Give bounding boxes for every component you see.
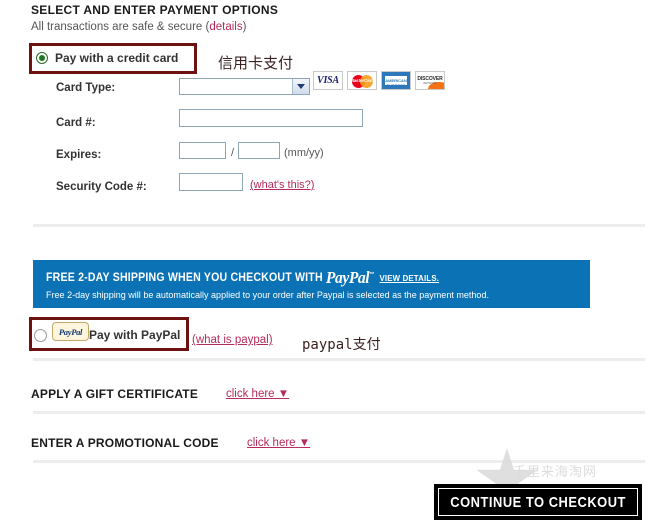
security-notice-suffix: ) — [242, 21, 247, 33]
continue-to-checkout-button[interactable]: CONTINUE TO CHECKOUT — [434, 484, 642, 520]
watermark-text: 千里来海淘网 — [513, 465, 598, 480]
label-pay-with-paypal: Pay with PayPal — [89, 328, 181, 342]
gift-certificate-title: APPLY A GIFT CERTIFICATE — [31, 387, 199, 401]
continue-to-checkout-inner: CONTINUE TO CHECKOUT — [438, 488, 638, 516]
what-is-paypal-link[interactable]: (what is paypal) — [192, 334, 273, 346]
visa-card-logo: VISA — [313, 71, 343, 90]
divider-payment-section — [33, 224, 645, 227]
discover-card-logo: DISCOVER NETWORK — [415, 71, 445, 90]
radio-pay-with-credit-card[interactable] — [36, 52, 48, 64]
discover-card-logo-sublabel: NETWORK — [423, 82, 437, 85]
details-link[interactable]: details — [209, 21, 242, 33]
paypal-banner-headline-prefix: FREE 2-DAY SHIPPING WHEN YOU CHECKOUT WI… — [46, 272, 326, 284]
paypal-banner-headline: FREE 2-DAY SHIPPING WHEN YOU CHECKOUT WI… — [46, 268, 439, 288]
paypal-wordmark: PayPal — [325, 268, 370, 287]
mastercard-card-logo-label: MasterCard — [350, 78, 374, 83]
gift-certificate-link-label: click here — [226, 388, 275, 400]
annotation-credit-card-chinese: 信用卡支付 — [218, 54, 294, 72]
expires-year-input[interactable] — [238, 142, 280, 159]
card-type-label: Card Type: — [56, 82, 116, 94]
whats-this-link[interactable]: (what's this?) — [250, 179, 314, 191]
security-code-input[interactable] — [179, 173, 243, 191]
card-number-label: Card #: — [56, 117, 96, 129]
security-notice-text: All transactions are safe & secure ( — [31, 21, 210, 33]
card-type-select[interactable] — [179, 78, 310, 95]
payment-options-page: SELECT AND ENTER PAYMENT OPTIONS All tra… — [0, 0, 648, 526]
chevron-down-icon: ▼ — [298, 437, 311, 449]
paypal-promo-banner: FREE 2-DAY SHIPPING WHEN YOU CHECKOUT WI… — [33, 260, 590, 308]
security-code-label: Security Code #: — [56, 181, 147, 193]
paypal-badge-label: PayPal — [58, 327, 83, 337]
divider-promotional-code — [33, 460, 645, 463]
expires-format-hint: (mm/yy) — [284, 147, 324, 159]
promotional-code-link-label: click here — [247, 437, 296, 449]
gift-certificate-click-here[interactable]: click here ▼ — [226, 388, 289, 400]
promotional-code-title: ENTER A PROMOTIONAL CODE — [31, 436, 219, 450]
chevron-down-icon[interactable] — [292, 79, 309, 94]
card-number-input[interactable] — [179, 109, 363, 127]
expires-separator: / — [231, 147, 235, 159]
chevron-down-icon: ▼ — [277, 388, 290, 400]
divider-paypal-section — [33, 358, 645, 361]
expires-label: Expires: — [56, 149, 102, 161]
radio-pay-with-paypal[interactable] — [34, 329, 47, 342]
continue-to-checkout-label: CONTINUE TO CHECKOUT — [450, 493, 626, 511]
security-notice: All transactions are safe & secure (deta… — [31, 21, 246, 33]
mastercard-card-logo: MasterCard — [347, 71, 377, 90]
visa-card-logo-label: VISA — [317, 75, 339, 86]
view-details-link[interactable]: VIEW DETAILS. — [379, 273, 439, 283]
divider-gift-certificate — [33, 411, 645, 414]
amex-card-logo: AMERICAN EXPRESS — [381, 71, 411, 90]
page-title: SELECT AND ENTER PAYMENT OPTIONS — [31, 3, 279, 17]
paypal-trademark-symbol: ™ — [369, 272, 375, 278]
annotation-paypal-chinese: paypal支付 — [302, 337, 381, 353]
accepted-card-logos: VISA MasterCard AMERICAN EXPRESS DISCOVE… — [313, 71, 445, 90]
label-pay-with-credit-card: Pay with a credit card — [55, 51, 179, 65]
amex-card-logo-label: AMERICAN EXPRESS — [385, 78, 407, 88]
expires-month-input[interactable] — [179, 142, 226, 159]
paypal-badge-icon: PayPal — [52, 322, 89, 341]
paypal-banner-subline: Free 2-day shipping will be automaticall… — [46, 290, 489, 301]
promotional-code-click-here[interactable]: click here ▼ — [247, 437, 310, 449]
